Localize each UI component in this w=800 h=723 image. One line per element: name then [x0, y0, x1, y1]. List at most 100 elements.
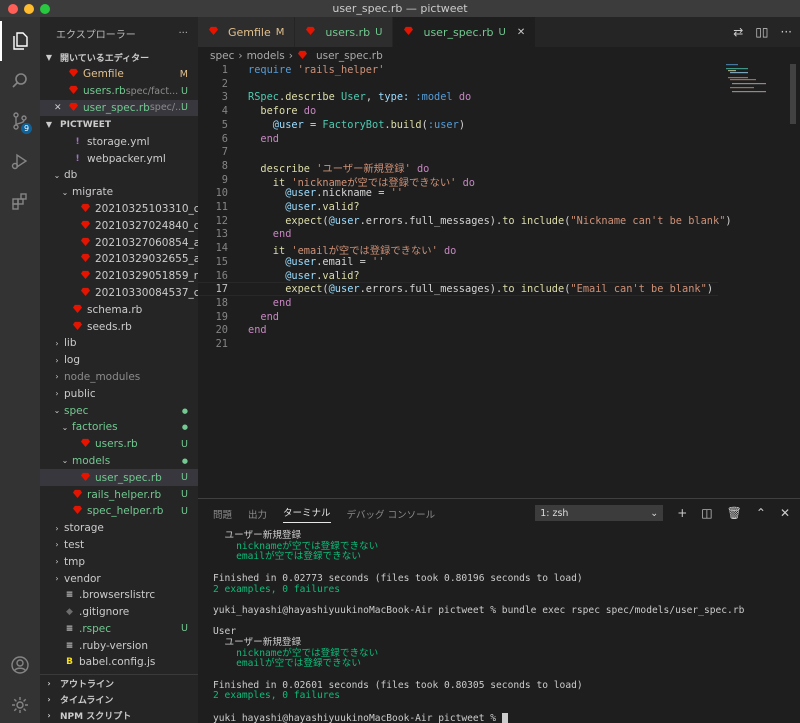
- close-panel-icon[interactable]: ✕: [780, 506, 790, 520]
- folder-item[interactable]: ⌄ db: [40, 167, 198, 184]
- ruby-file-icon: [68, 102, 79, 114]
- extensions-icon[interactable]: [0, 181, 40, 221]
- file-name: node_modules: [64, 370, 141, 383]
- collapsed-section-header[interactable]: › NPM スクリプト: [40, 707, 198, 723]
- file-name: spec_helper.rb: [87, 505, 164, 518]
- open-editor-item[interactable]: Gemfile M: [40, 66, 198, 83]
- panel-tab[interactable]: 出力: [248, 507, 267, 521]
- folder-item[interactable]: › vendor: [40, 570, 198, 587]
- tab-list: Gemfile Musers.rb Uuser_spec.rb U ✕: [198, 17, 537, 47]
- folder-item[interactable]: ⌄ factories ●: [40, 419, 198, 436]
- source-control-icon[interactable]: 9: [0, 101, 40, 141]
- file-item[interactable]: 20210329032655_add...: [40, 251, 198, 268]
- folder-item[interactable]: ⌄ models ●: [40, 453, 198, 470]
- file-item[interactable]: ! webpacker.yml: [40, 150, 198, 167]
- code-line: @user.nickname = '': [248, 187, 404, 200]
- file-item[interactable]: users.rb U: [40, 436, 198, 453]
- file-item[interactable]: ! storage.yml: [40, 133, 198, 150]
- file-item[interactable]: 20210327060854_add...: [40, 234, 198, 251]
- file-item[interactable]: ≡ .browserslistrc: [40, 587, 198, 604]
- file-item[interactable]: rails_helper.rb U: [40, 486, 198, 503]
- zoom-window-button[interactable]: [40, 4, 50, 14]
- file-name: 20210325103310_creat...: [95, 202, 198, 215]
- open-editor-item[interactable]: ✕ user_spec.rb spec/... U: [40, 99, 198, 117]
- code-editor[interactable]: 1 require 'rails_helper' 2 3 RSpec.describe …: [198, 63, 800, 353]
- file-item[interactable]: spec_helper.rb U: [40, 503, 198, 520]
- new-terminal-icon[interactable]: +: [677, 506, 687, 520]
- folder-item[interactable]: › log: [40, 352, 198, 369]
- line-number: 1: [221, 64, 228, 76]
- ruby-file-icon: [80, 287, 91, 299]
- tab-users-rb[interactable]: users.rb U: [295, 17, 394, 47]
- close-window-button[interactable]: [8, 4, 18, 14]
- bottom-panel: 問題 出力 ターミナル デバッグ コンソール 1: zsh ⌄ + ◫ 🗑 ⌃ ✕ ユ…: [198, 498, 800, 723]
- more-actions-icon[interactable]: ···: [781, 25, 792, 39]
- code-line: RSpec.describe User, type: :model do: [248, 91, 472, 104]
- editor-actions: ⇄ ▯▯ ···: [733, 17, 792, 47]
- folder-item[interactable]: › test: [40, 537, 198, 554]
- breadcrumb-item[interactable]: models: [247, 50, 285, 62]
- maximize-panel-icon[interactable]: ⌃: [756, 506, 766, 520]
- terminal-line: 2 examples, 0 failures: [213, 690, 341, 702]
- minimap[interactable]: [726, 64, 768, 104]
- explorer-icon[interactable]: [0, 21, 40, 61]
- breadcrumb-item[interactable]: spec: [210, 50, 234, 62]
- collapsed-section-header[interactable]: › アウトライン: [40, 675, 198, 691]
- file-item[interactable]: seeds.rb: [40, 318, 198, 335]
- trash-icon[interactable]: 🗑: [727, 506, 742, 520]
- open-changes-icon[interactable]: ⇄: [733, 25, 743, 39]
- chevron-right-icon: ›: [55, 574, 59, 583]
- collapsed-section-header[interactable]: › タイムライン: [40, 691, 198, 707]
- file-item[interactable]: ◆ .gitignore: [40, 604, 198, 621]
- file-item[interactable]: 20210325103310_creat...: [40, 201, 198, 218]
- git-status: U: [181, 85, 188, 97]
- git-status: U: [181, 623, 188, 635]
- file-item[interactable]: user_spec.rb U: [40, 469, 198, 487]
- search-icon[interactable]: [0, 61, 40, 101]
- minimize-window-button[interactable]: [24, 4, 34, 14]
- folder-item[interactable]: › node_modules: [40, 369, 198, 386]
- open-editor-item[interactable]: users.rb spec/fact... U: [40, 83, 198, 100]
- folder-item[interactable]: › tmp: [40, 553, 198, 570]
- tab-label: user_spec.rb: [423, 25, 494, 39]
- file-item[interactable]: 20210327024840_devi...: [40, 217, 198, 234]
- code-line: end: [248, 228, 292, 241]
- line-number: 17: [215, 283, 228, 296]
- close-icon[interactable]: ✕: [54, 103, 68, 113]
- tab-Gemfile[interactable]: Gemfile M: [198, 17, 296, 47]
- editor-scrollbar[interactable]: [790, 64, 796, 124]
- explorer-header: エクスプローラー ···: [40, 17, 198, 49]
- panel-tab[interactable]: 問題: [213, 507, 232, 521]
- folder-item[interactable]: › storage: [40, 520, 198, 537]
- chevron-right-icon: ›: [55, 389, 59, 399]
- panel-tab[interactable]: デバッグ コンソール: [347, 507, 436, 521]
- panel-tab[interactable]: ターミナル: [283, 505, 331, 523]
- folder-item[interactable]: › lib: [40, 335, 198, 352]
- tab-user_spec-rb[interactable]: user_spec.rb U ✕: [393, 17, 537, 47]
- split-terminal-icon[interactable]: ◫: [701, 506, 712, 520]
- settings-gear-icon[interactable]: [0, 685, 40, 723]
- code-line: end: [248, 324, 267, 337]
- folder-item[interactable]: ⌄ spec ●: [40, 402, 198, 419]
- editor-tabs: Gemfile Musers.rb Uuser_spec.rb U ✕ ⇄ ▯▯ ···: [198, 17, 800, 47]
- terminal-output[interactable]: ユーザー新規登録 nicknameが空では登録できない emailが空では登録で…: [213, 530, 793, 723]
- split-editor-icon[interactable]: ▯▯: [755, 25, 768, 39]
- open-editor-path: spec/fact...: [125, 85, 179, 97]
- file-item[interactable]: ≡ .rspec U: [40, 621, 198, 638]
- file-item[interactable]: ≡ .ruby-version: [40, 637, 198, 654]
- terminal-select[interactable]: 1: zsh ⌄: [535, 505, 664, 521]
- open-editors-section-header[interactable]: ▼ 開いているエディター: [40, 49, 198, 66]
- code-line: expect(@user.errors.full_messages).to in…: [248, 283, 714, 296]
- folder-item[interactable]: ⌄ migrate: [40, 184, 198, 201]
- close-tab-icon[interactable]: ✕: [517, 27, 525, 38]
- file-item[interactable]: Bbabel.config.js: [40, 654, 198, 671]
- run-debug-icon[interactable]: [0, 141, 40, 181]
- file-item[interactable]: 20210329051859_rem...: [40, 268, 198, 285]
- folder-item[interactable]: › public: [40, 385, 198, 402]
- more-actions-icon[interactable]: ···: [178, 28, 188, 39]
- account-icon[interactable]: [0, 645, 40, 685]
- project-section-header[interactable]: ▼ PICTWEET: [40, 116, 198, 133]
- file-item[interactable]: 20210330084537_crea...: [40, 285, 198, 302]
- breadcrumb-item[interactable]: user_spec.rb: [316, 50, 383, 62]
- file-item[interactable]: schema.rb: [40, 301, 198, 318]
